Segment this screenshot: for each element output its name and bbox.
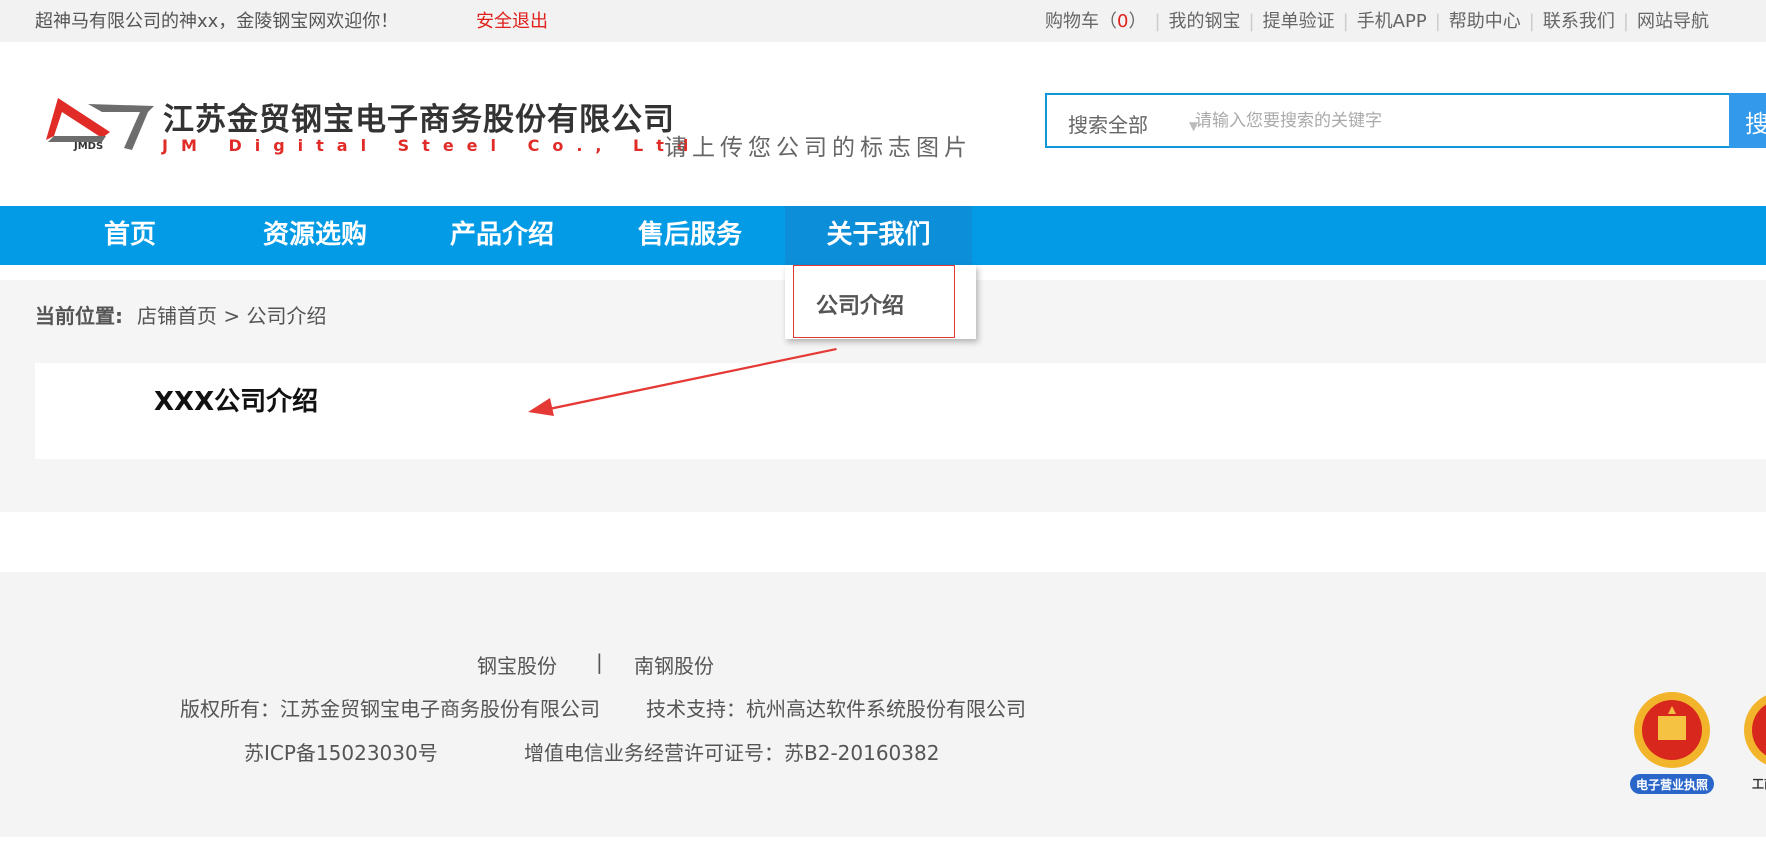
footer-tech-support: 技术支持：杭州高达软件系统股份有限公司 [646, 697, 1026, 721]
top-link-separator: | [1434, 11, 1441, 32]
nav-item-products[interactable]: 产品介绍 [432, 206, 572, 265]
search-scope-select[interactable]: 搜索全部 ▼ [1068, 109, 1198, 138]
top-link-separator: | [1622, 11, 1629, 32]
top-bar: 超神马有限公司的神xx，金陵钢宝网欢迎你！ 安全退出 购物车（0） | 我的钢宝 | 提… [0, 0, 1766, 42]
industry-commerce-badge-icon[interactable]: 工商 [1744, 688, 1766, 800]
nav-item-after-sales[interactable]: 售后服务 [620, 206, 760, 265]
cart-close: ） [1128, 11, 1147, 32]
footer-link-nangang[interactable]: 南钢股份 [634, 650, 714, 679]
breadcrumb-current: 公司介绍 [246, 304, 327, 328]
breadcrumb: 当前位置: 店铺首页 > 公司介绍 [35, 300, 326, 329]
dropdown-item-company-intro[interactable]: 公司介绍 [793, 265, 955, 338]
breadcrumb-separator: > [223, 304, 241, 328]
logo-abbr: JMDS [73, 141, 103, 152]
logout-link[interactable]: 安全退出 [476, 7, 548, 33]
nav-item-about-us[interactable]: 关于我们 [785, 206, 972, 265]
top-link-separator: | [1528, 11, 1535, 32]
annotation-arrow-icon [528, 348, 837, 416]
top-link-my-steel[interactable]: 我的钢宝 [1169, 7, 1241, 33]
welcome-text: 超神马有限公司的神xx，金陵钢宝网欢迎你！ [35, 11, 399, 32]
about-us-dropdown: 公司介绍 [785, 265, 976, 339]
search-input[interactable] [1195, 105, 1755, 137]
company-name-en: JM Digital Steel Co., Ltd [162, 136, 702, 155]
content-panel: XXX公司介绍 [35, 363, 1766, 459]
footer-copyright: 版权所有：江苏金贸钢宝电子商务股份有限公司 [180, 697, 600, 721]
footer-icp[interactable]: 苏ICP备15023030号 [244, 737, 438, 766]
top-link-site-nav[interactable]: 网站导航 [1637, 7, 1709, 33]
footer-license: 增值电信业务经营许可证号：苏B2-20160382 [524, 741, 940, 765]
search-button[interactable]: 搜索 [1729, 93, 1766, 148]
company-name-cn: 江苏金贸钢宝电子商务股份有限公司 [163, 102, 675, 138]
nav-item-home[interactable]: 首页 [70, 206, 190, 265]
breadcrumb-label: 当前位置: [35, 304, 123, 328]
company-logo-icon[interactable]: JMDS [44, 92, 156, 154]
page-title: XXX公司介绍 [154, 387, 319, 417]
top-link-separator: | [1342, 11, 1349, 32]
cart-label: 购物车（ [1045, 11, 1117, 32]
cart-count: 0 [1117, 11, 1129, 32]
breadcrumb-home-link[interactable]: 店铺首页 [137, 304, 217, 328]
search-box: 搜索全部 ▼ [1045, 93, 1766, 148]
badge-label: 工商 [1752, 776, 1766, 791]
main-nav: 首页 资源选购 产品介绍 售后服务 关于我们 [0, 206, 1766, 265]
top-link-separator: | [1154, 11, 1161, 32]
footer-link-separator: | [596, 650, 603, 674]
search-scope-label: 搜索全部 [1068, 113, 1148, 137]
nav-item-resources[interactable]: 资源选购 [245, 206, 385, 265]
top-link-separator: | [1248, 11, 1255, 32]
top-link-help[interactable]: 帮助中心 [1449, 7, 1521, 33]
cart-link[interactable]: 购物车（0） [1045, 7, 1146, 33]
business-license-badge-icon[interactable]: 电子营业执照 [1624, 688, 1720, 800]
top-link-bill-verify[interactable]: 提单验证 [1263, 7, 1335, 33]
footer-link-gangbao[interactable]: 钢宝股份 [477, 650, 557, 679]
logo-upload-hint: 请上传您公司的标志图片 [664, 135, 972, 161]
top-link-contact[interactable]: 联系我们 [1543, 7, 1615, 33]
top-link-mobile-app[interactable]: 手机APP [1357, 7, 1427, 33]
badge-label: 电子营业执照 [1636, 777, 1708, 792]
top-links: 购物车（0） | 我的钢宝 | 提单验证 | 手机APP | 帮助中心 | 联系我们 | 网站导航 [1045, 7, 1709, 33]
